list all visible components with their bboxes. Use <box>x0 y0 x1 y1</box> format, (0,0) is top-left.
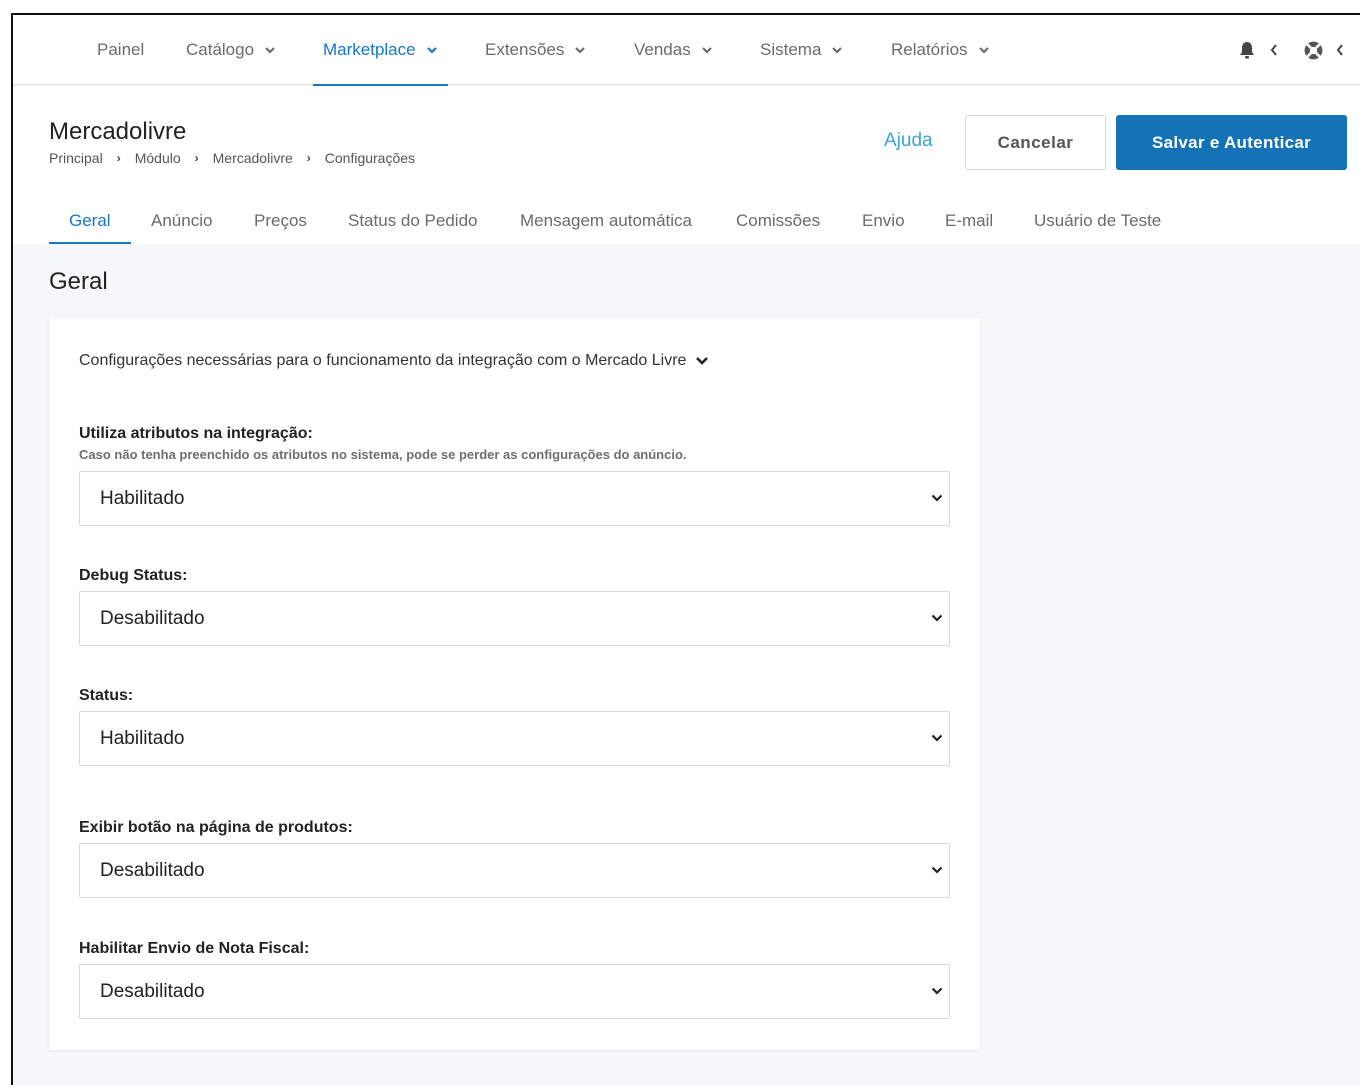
field-label-debug-status: Debug Status: <box>79 567 188 584</box>
cancel-button[interactable]: Cancelar <box>965 115 1106 170</box>
select-value: Desabilitado <box>100 607 205 629</box>
nav-item-label: Vendas <box>634 40 691 59</box>
chevron-down-icon <box>575 47 586 54</box>
nav-item-label: Painel <box>97 40 145 59</box>
breadcrumb-item-modulo[interactable]: Módulo <box>135 150 181 166</box>
frame-left-margin <box>0 14 11 1085</box>
nav-item-label: Sistema <box>760 40 822 59</box>
chevron-down-icon <box>426 47 437 54</box>
chevron-down-icon <box>931 987 943 995</box>
exibir-botao-select[interactable]: Desabilitado <box>79 843 950 898</box>
tab-usuario-de-teste[interactable]: Usuário de Teste <box>1034 198 1161 244</box>
save-authenticate-button[interactable]: Salvar e Autenticar <box>1116 115 1347 170</box>
field-label-atributos: Utiliza atributos na integração: <box>79 425 313 442</box>
chevron-down-icon <box>832 47 843 54</box>
select-value: Desabilitado <box>100 859 205 881</box>
tab-email[interactable]: E-mail <box>945 198 993 244</box>
chevron-down-icon <box>931 866 943 874</box>
support-toggle[interactable] <box>1335 15 1345 85</box>
breadcrumb-item-principal[interactable]: Principal <box>49 150 103 166</box>
chevron-down-icon <box>931 614 943 622</box>
chevron-down-icon <box>931 734 943 742</box>
section-title: Geral <box>49 268 108 295</box>
page-title: Mercadolivre <box>49 118 187 145</box>
nav-item-label: Relatórios <box>891 40 968 59</box>
select-value: Desabilitado <box>100 980 205 1002</box>
field-label-nota-fiscal: Habilitar Envio de Nota Fiscal: <box>79 940 310 957</box>
settings-group-toggle[interactable]: Configurações necessárias para o funcion… <box>79 352 709 370</box>
select-value: Habilitado <box>100 727 185 749</box>
tab-precos[interactable]: Preços <box>254 198 307 244</box>
notifications-toggle[interactable] <box>1269 15 1279 85</box>
nav-item-painel[interactable]: Painel <box>97 15 144 85</box>
tab-comissoes[interactable]: Comissões <box>736 198 820 244</box>
nav-item-catalogo[interactable]: Catálogo <box>186 15 276 85</box>
chevron-left-icon <box>1336 44 1343 56</box>
breadcrumb-item-mercadolivre[interactable]: Mercadolivre <box>213 150 293 166</box>
tab-geral[interactable]: Geral <box>49 198 130 244</box>
help-link[interactable]: Ajuda <box>884 130 933 152</box>
chevron-down-icon <box>696 357 709 365</box>
field-label-status: Status: <box>79 687 134 704</box>
chevron-down-icon <box>978 47 989 54</box>
chevron-left-icon <box>1270 44 1277 56</box>
breadcrumb-item-configuracoes[interactable]: Configurações <box>325 150 415 166</box>
nav-item-label: Marketplace <box>323 40 416 59</box>
frame-top-edge <box>0 0 1360 15</box>
nav-item-relatorios[interactable]: Relatórios <box>891 15 990 85</box>
chevron-down-icon <box>265 47 275 54</box>
lifebuoy-icon <box>1304 41 1323 59</box>
breadcrumb-separator-icon: › <box>116 151 121 165</box>
tab-envio[interactable]: Envio <box>862 198 905 244</box>
field-label-exibir-botao: Exibir botão na página de produtos: <box>79 819 353 836</box>
nota-fiscal-select[interactable]: Desabilitado <box>79 964 950 1019</box>
top-navigation: Painel Catálogo Marketplace Extensões Ve… <box>13 15 1360 86</box>
help-support-button[interactable] <box>1303 15 1324 85</box>
breadcrumb-separator-icon: › <box>306 151 311 165</box>
tab-anuncio[interactable]: Anúncio <box>151 198 212 244</box>
breadcrumb: Principal › Módulo › Mercadolivre › Conf… <box>49 150 415 166</box>
app-frame: Painel Catálogo Marketplace Extensões Ve… <box>0 0 1360 1085</box>
breadcrumb-separator-icon: › <box>194 151 199 165</box>
tab-mensagem-automatica[interactable]: Mensagem automática <box>520 198 692 244</box>
nav-item-label: Catálogo <box>186 40 255 59</box>
atributos-select[interactable]: Habilitado <box>79 471 950 526</box>
field-help-atributos: Caso não tenha preenchido os atributos n… <box>79 447 687 462</box>
nav-item-marketplace[interactable]: Marketplace <box>313 15 448 86</box>
settings-group-description: Configurações necessárias para o funcion… <box>79 352 687 369</box>
nav-item-extensoes[interactable]: Extensões <box>485 15 586 85</box>
chevron-down-icon <box>931 494 943 502</box>
chevron-down-icon <box>701 47 712 54</box>
bell-icon <box>1240 42 1254 59</box>
settings-card: Configurações necessárias para o funcion… <box>49 318 980 1050</box>
nav-item-sistema[interactable]: Sistema <box>760 15 843 85</box>
notifications-button[interactable] <box>1237 15 1257 85</box>
nav-item-label: Extensões <box>485 40 565 59</box>
nav-item-vendas[interactable]: Vendas <box>634 15 713 85</box>
debug-status-select[interactable]: Desabilitado <box>79 591 950 646</box>
status-select[interactable]: Habilitado <box>79 711 950 766</box>
page-header: Mercadolivre Principal › Módulo › Mercad… <box>13 86 1360 244</box>
select-value: Habilitado <box>100 487 185 509</box>
tab-status-do-pedido[interactable]: Status do Pedido <box>348 198 477 244</box>
